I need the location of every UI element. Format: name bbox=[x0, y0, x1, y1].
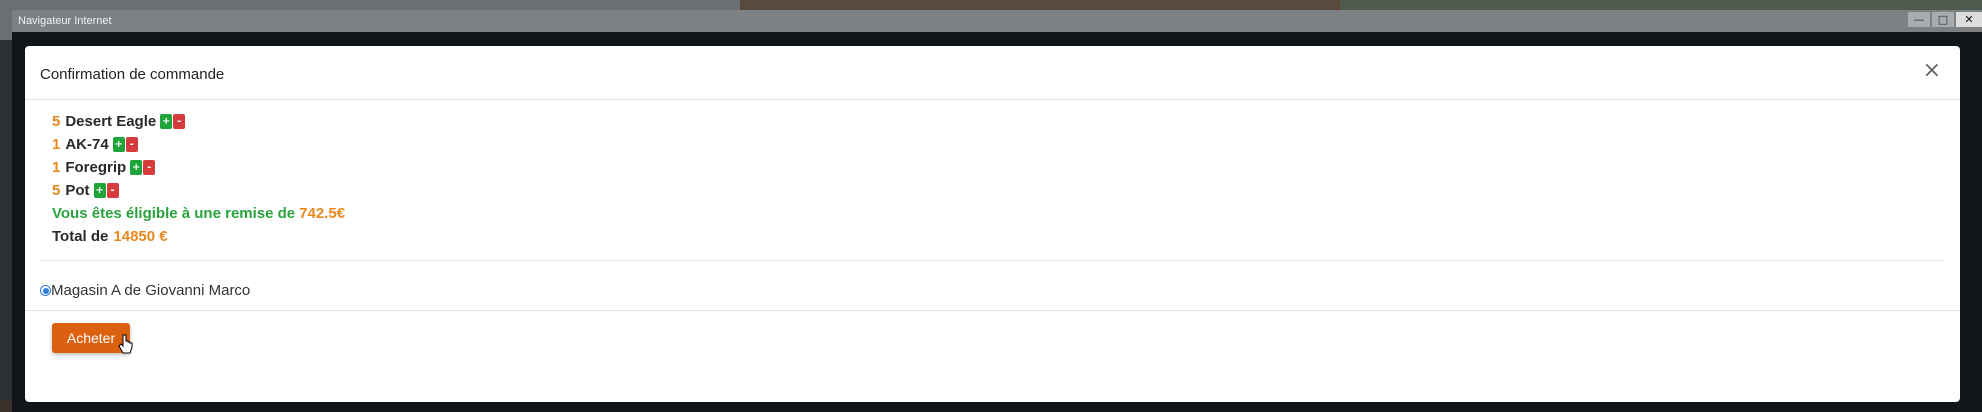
list-item: 1 Foregrip + - bbox=[52, 156, 345, 179]
increase-quantity-button[interactable]: + bbox=[130, 160, 143, 175]
item-quantity: 5 bbox=[52, 113, 61, 130]
modal-body: 5 Desert Eagle + - 1 AK-74 + - 1 Foregri… bbox=[25, 100, 1960, 248]
shop-option-label: Magasin A de Giovanni Marco bbox=[51, 282, 251, 299]
order-confirmation-modal: Confirmation de commande × 5 Desert Eagl… bbox=[25, 46, 1960, 402]
modal-header: Confirmation de commande × bbox=[25, 46, 1960, 100]
item-quantity: 1 bbox=[52, 159, 61, 176]
list-item: 1 AK-74 + - bbox=[52, 133, 345, 156]
close-icon[interactable]: × bbox=[1923, 60, 1941, 82]
item-name: Pot bbox=[65, 182, 90, 199]
window-controls: — □ ✕ bbox=[1908, 12, 1982, 27]
window-title: Navigateur Internet bbox=[18, 15, 112, 27]
shop-option[interactable]: Magasin A de Giovanni Marco bbox=[40, 282, 250, 299]
increase-quantity-button[interactable]: + bbox=[93, 183, 106, 198]
item-name: Desert Eagle bbox=[65, 113, 157, 130]
decrease-quantity-button[interactable]: - bbox=[125, 137, 138, 152]
shop-radio-button[interactable] bbox=[40, 285, 51, 296]
window-titlebar: Navigateur Internet — □ ✕ bbox=[12, 10, 1982, 32]
order-list: 5 Desert Eagle + - 1 AK-74 + - 1 Foregri… bbox=[52, 110, 345, 248]
decrease-quantity-button[interactable]: - bbox=[143, 160, 156, 175]
total-line: Total de 14850 € bbox=[52, 225, 345, 248]
footer-divider bbox=[25, 310, 1960, 311]
divider bbox=[40, 260, 1945, 261]
item-quantity: 1 bbox=[52, 136, 61, 153]
discount-text: Vous êtes éligible à une remise de bbox=[52, 205, 296, 222]
increase-quantity-button[interactable]: + bbox=[160, 114, 173, 129]
total-label: Total de bbox=[52, 228, 109, 245]
item-quantity: 5 bbox=[52, 182, 61, 199]
minimize-icon[interactable]: — bbox=[1908, 12, 1930, 27]
browser-window: Navigateur Internet — □ ✕ Confirmation d… bbox=[12, 10, 1982, 412]
pointer-cursor-icon bbox=[118, 334, 133, 354]
decrease-quantity-button[interactable]: - bbox=[173, 114, 186, 129]
close-window-icon[interactable]: ✕ bbox=[1956, 12, 1982, 27]
discount-line: Vous êtes éligible à une remise de 742.5… bbox=[52, 202, 345, 225]
list-item: 5 Desert Eagle + - bbox=[52, 110, 345, 133]
total-value: 14850 € bbox=[113, 228, 168, 245]
increase-quantity-button[interactable]: + bbox=[112, 137, 125, 152]
item-name: AK-74 bbox=[65, 136, 109, 153]
discount-amount: 742.5€ bbox=[299, 205, 346, 222]
decrease-quantity-button[interactable]: - bbox=[106, 183, 119, 198]
modal-title: Confirmation de commande bbox=[40, 66, 225, 83]
list-item: 5 Pot + - bbox=[52, 179, 345, 202]
maximize-icon[interactable]: □ bbox=[1932, 12, 1954, 27]
item-name: Foregrip bbox=[65, 159, 127, 176]
